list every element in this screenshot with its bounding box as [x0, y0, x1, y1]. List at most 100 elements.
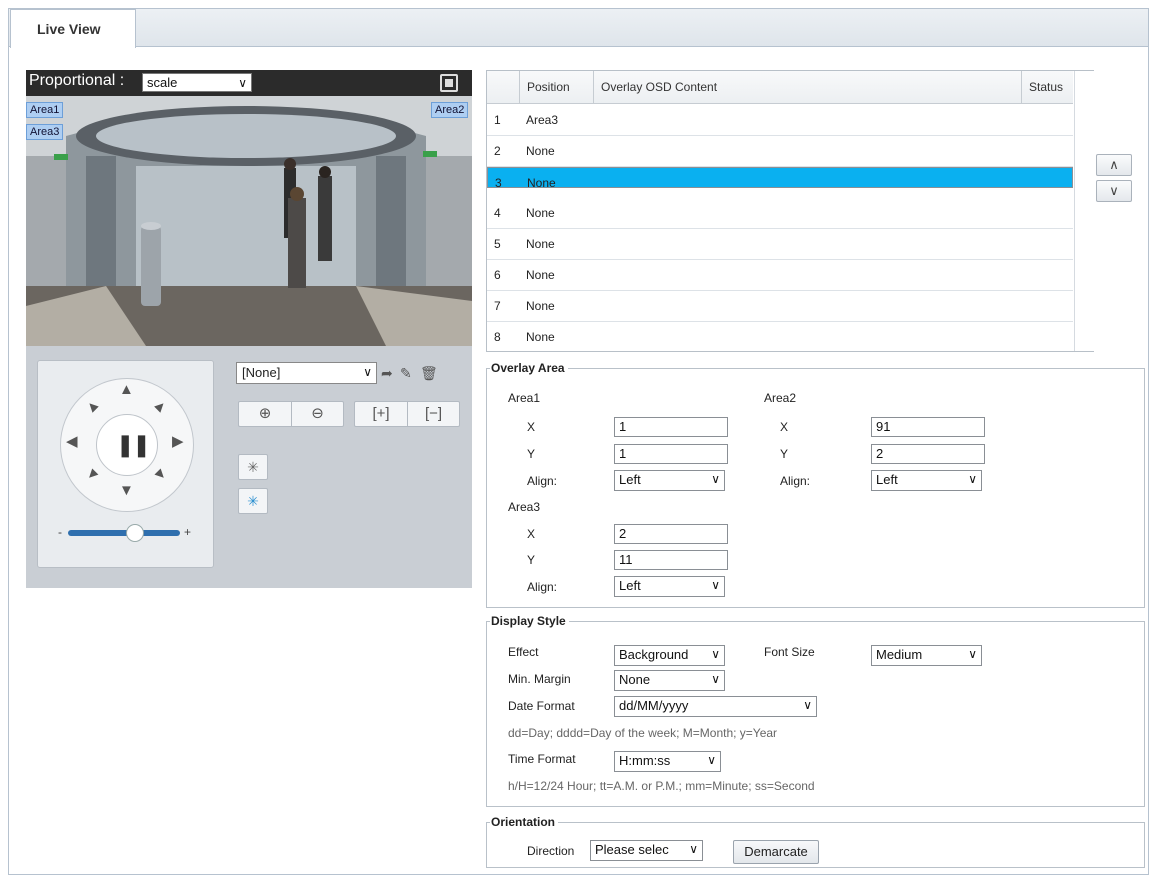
preset-select[interactable]: [None] ∨: [236, 362, 377, 384]
time-format-hint: h/H=12/24 Hour; tt=A.M. or P.M.; mm=Minu…: [508, 779, 815, 793]
focus-near-icon[interactable]: [+]: [355, 402, 407, 426]
chevron-down-icon: ∨: [689, 842, 698, 856]
overlay-area-fieldset: [486, 368, 1145, 608]
move-up-button[interactable]: ∧: [1096, 154, 1132, 176]
edit-preset-icon[interactable]: ✎: [400, 365, 412, 382]
overlay-area-legend: Overlay Area: [490, 361, 568, 375]
date-format-select[interactable]: dd/MM/yyyy ∨: [614, 696, 817, 717]
area3-x-input[interactable]: 2: [614, 524, 728, 544]
table-row[interactable]: 5 None: [487, 229, 1073, 260]
row-content: None: [527, 176, 556, 190]
zoom-button-group: ⊕ ⊖: [238, 401, 344, 427]
area2-y-input[interactable]: 2: [871, 444, 985, 464]
live-video: Area1 Area2 Area3: [26, 96, 472, 346]
area3-y-label: Y: [527, 553, 536, 567]
table-row[interactable]: 2 None: [487, 136, 1073, 167]
display-style-legend: Display Style: [490, 614, 569, 628]
date-format-label: Date Format: [508, 699, 575, 713]
table-row-selected[interactable]: 3 None: [487, 167, 1073, 190]
area3-align-select[interactable]: Left ∨: [614, 576, 725, 597]
osd-overlay-area2[interactable]: Area2: [431, 102, 469, 118]
pause-icon[interactable]: ❚❚: [116, 432, 151, 458]
area2-align-select[interactable]: Left ∨: [871, 470, 982, 491]
font-size-select[interactable]: Medium ∨: [871, 645, 982, 666]
min-margin-value: None: [619, 672, 651, 687]
area2-align-value: Left: [876, 472, 898, 487]
row-position: 1: [494, 113, 501, 127]
direction-select[interactable]: Please selec ∨: [590, 840, 703, 861]
area2-y-label: Y: [780, 447, 789, 461]
iris-icon[interactable]: ✳: [238, 454, 268, 480]
area1-align-value: Left: [619, 472, 641, 487]
area3-x-label: X: [527, 527, 536, 541]
table-row[interactable]: 6 None: [487, 260, 1073, 291]
speed-minus-label: -: [58, 525, 62, 539]
arrow-left-icon[interactable]: ◀: [66, 432, 78, 450]
chevron-down-icon: ∨: [803, 698, 812, 712]
zoom-in-icon[interactable]: ⊕: [239, 402, 291, 426]
table-header: Position Overlay OSD Content Status: [487, 71, 1073, 104]
row-content: None: [526, 299, 555, 313]
move-down-button[interactable]: ∨: [1096, 180, 1132, 202]
time-format-label: Time Format: [508, 752, 576, 766]
scale-select[interactable]: scale ∨: [142, 73, 252, 92]
osd-content-table: Position Overlay OSD Content Status 1 Ar…: [486, 70, 1094, 352]
zoom-out-icon[interactable]: ⊖: [291, 402, 343, 426]
chevron-down-icon: ∨: [711, 672, 720, 686]
column-header-content: Overlay OSD Content: [593, 71, 1021, 104]
table-row[interactable]: 8 None: [487, 322, 1073, 353]
area1-align-select[interactable]: Left ∨: [614, 470, 725, 491]
ptz-speed-slider[interactable]: [68, 530, 180, 536]
effect-value: Background: [619, 647, 689, 662]
tab-live-view[interactable]: Live View: [10, 9, 136, 48]
table-scrollbar[interactable]: [1074, 71, 1094, 351]
row-content: None: [526, 206, 555, 220]
arrow-up-icon[interactable]: ▲: [119, 381, 134, 398]
row-position: 5: [494, 237, 501, 251]
ptz-speed-slider-thumb[interactable]: [126, 524, 144, 542]
table-row[interactable]: 4 None: [487, 198, 1073, 229]
direction-label: Direction: [527, 844, 575, 858]
area2-align-label: Align:: [780, 474, 811, 488]
row-content: None: [526, 144, 555, 158]
goto-preset-icon[interactable]: ➦: [381, 365, 393, 382]
area3-y-input[interactable]: 11: [614, 550, 728, 570]
effect-select[interactable]: Background ∨: [614, 645, 725, 666]
delete-preset-icon[interactable]: 🗑: [420, 365, 438, 382]
area1-title: Area1: [508, 391, 541, 405]
area2-title: Area2: [764, 391, 797, 405]
row-content: Area3: [526, 113, 559, 127]
osd-overlay-area3[interactable]: Area3: [26, 124, 64, 140]
fullscreen-icon[interactable]: [440, 74, 458, 92]
auto-focus-icon[interactable]: ✳: [238, 488, 268, 514]
arrow-right-icon[interactable]: ▶: [172, 432, 184, 450]
table-row[interactable]: 7 None: [487, 291, 1073, 322]
osd-overlay-area1[interactable]: Area1: [26, 102, 64, 118]
tab-bar: [9, 9, 1148, 47]
preset-select-value: [None]: [242, 365, 281, 380]
time-format-select[interactable]: H:mm:ss ∨: [614, 751, 721, 772]
area3-align-value: Left: [619, 578, 641, 593]
area1-y-input[interactable]: 1: [614, 444, 728, 464]
chevron-down-icon: ∨: [968, 647, 977, 661]
chevron-down-icon: ∨: [707, 753, 716, 767]
focus-far-icon[interactable]: [−]: [407, 402, 459, 426]
chevron-down-icon: ∨: [968, 472, 977, 486]
min-margin-select[interactable]: None ∨: [614, 670, 725, 691]
demarcate-button[interactable]: Demarcate: [733, 840, 819, 864]
focus-button-group: [+] [−]: [354, 401, 460, 427]
table-row[interactable]: 1 Area3: [487, 105, 1073, 136]
scale-select-value: scale: [147, 75, 178, 90]
area1-x-input[interactable]: 1: [614, 417, 728, 437]
row-position: 6: [494, 268, 501, 282]
arrow-down-icon[interactable]: ▼: [119, 482, 134, 499]
area3-title: Area3: [508, 500, 541, 514]
row-position: 2: [494, 144, 501, 158]
row-content: None: [526, 330, 555, 344]
area2-x-input[interactable]: 91: [871, 417, 985, 437]
row-content: None: [526, 237, 555, 251]
date-format-hint: dd=Day; dddd=Day of the week; M=Month; y…: [508, 726, 778, 740]
proportional-label: Proportional :: [29, 72, 125, 89]
area2-x-label: X: [780, 420, 789, 434]
direction-value: Please selec: [595, 842, 669, 857]
